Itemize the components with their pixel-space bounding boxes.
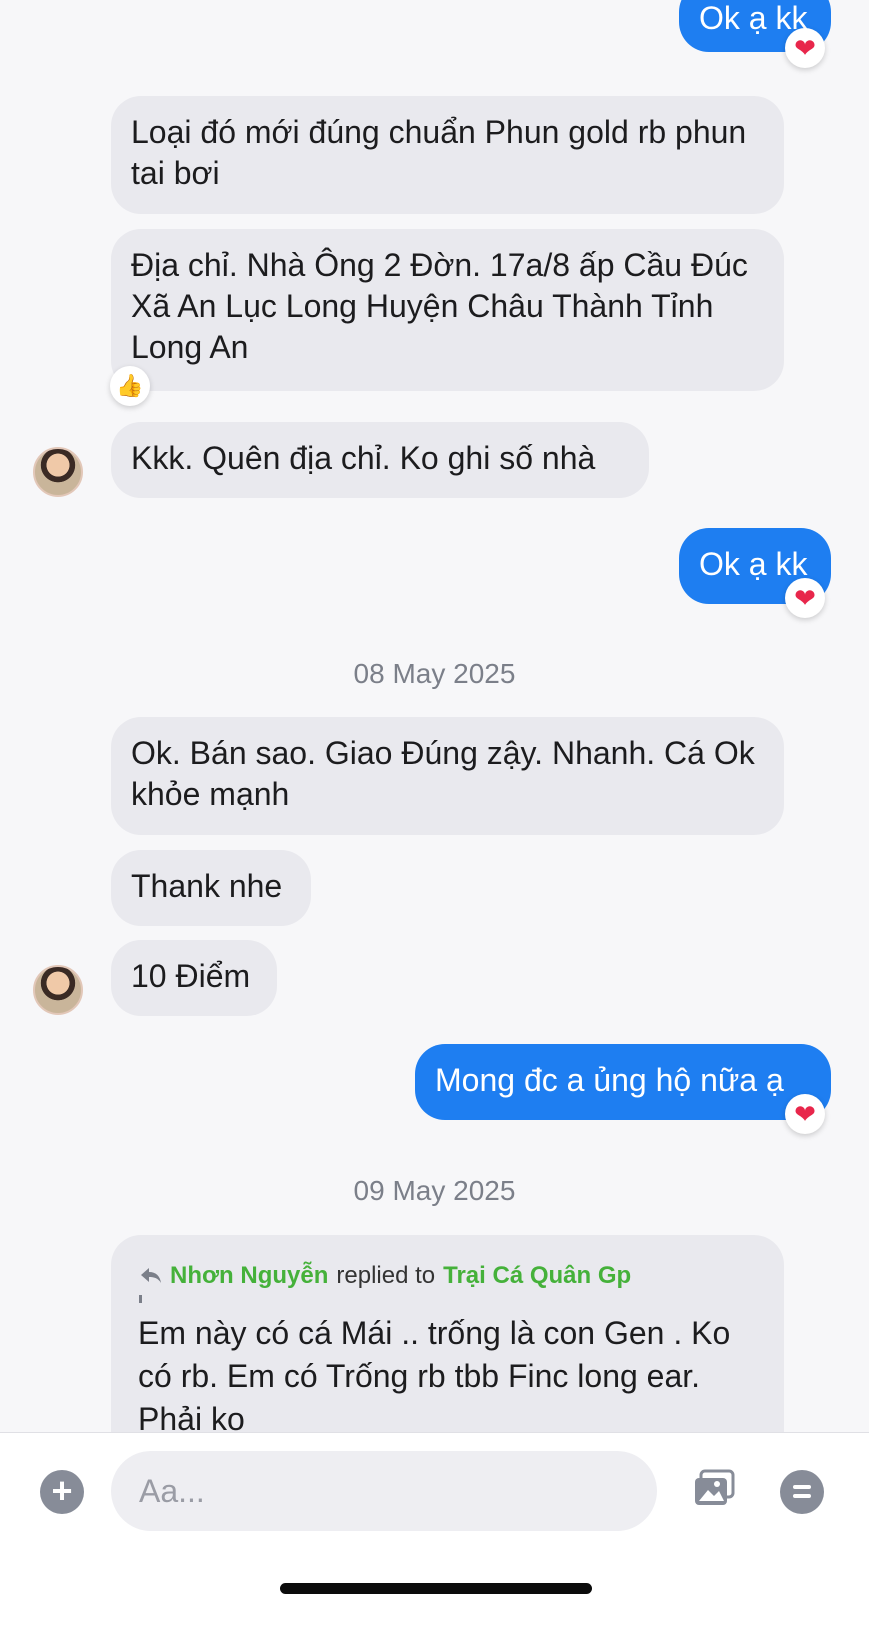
plus-icon[interactable]: + [40, 1470, 84, 1514]
incoming-message[interactable]: Kkk. Quên địa chỉ. Ko ghi số nhà [111, 422, 649, 498]
incoming-message[interactable]: Thank nhe [111, 850, 311, 926]
photo-gallery-icon[interactable] [693, 1469, 735, 1507]
home-indicator [280, 1583, 592, 1594]
date-separator: 09 May 2025 [353, 1175, 516, 1206]
message-text: Kkk. Quên địa chỉ. Ko ghi số nhà [131, 440, 596, 476]
quoted-message-text: Em này có cá Mái .. trống là con Gen . K… [138, 1315, 731, 1437]
sticker-icon[interactable] [780, 1470, 824, 1514]
incoming-message[interactable]: Loại đó mới đúng chuẩn Phun gold rb phun… [111, 96, 784, 214]
incoming-message[interactable]: Ok. Bán sao. Giao Đúng zậy. Nhanh. Cá Ok… [111, 717, 784, 835]
heart-reaction-icon[interactable]: ❤ [785, 578, 825, 618]
reply-sender-name[interactable]: Nhơn Nguyễn [170, 1262, 328, 1290]
date-separator: 08 May 2025 [353, 658, 516, 689]
sender-avatar[interactable] [33, 447, 83, 497]
message-text: Địa chỉ. Nhà Ông 2 Đờn. 17a/8 ấp Cầu Đúc… [131, 247, 748, 365]
message-composer: + Aa... [0, 1432, 869, 1626]
reply-header: Nhơn Nguyễn replied to Trại Cá Quân Gp [140, 1262, 631, 1290]
message-text: Mong đc a ủng hộ nữa ạ [435, 1062, 784, 1098]
incoming-message[interactable]: 10 Điểm [111, 940, 277, 1016]
outgoing-message[interactable]: Mong đc a ủng hộ nữa ạ [415, 1044, 831, 1120]
reply-arrow-icon [141, 1268, 161, 1283]
sender-avatar[interactable] [33, 965, 83, 1015]
message-text: 10 Điểm [131, 958, 251, 994]
reply-connector-text: replied to [336, 1262, 436, 1289]
reply-quote-bar [139, 1295, 142, 1303]
incoming-message[interactable]: Địa chỉ. Nhà Ông 2 Đờn. 17a/8 ấp Cầu Đúc… [111, 229, 784, 391]
heart-reaction-icon[interactable]: ❤ [785, 28, 825, 68]
reply-target-name[interactable]: Trại Cá Quân Gp [443, 1262, 631, 1290]
message-text: Loại đó mới đúng chuẩn Phun gold rb phun… [131, 114, 747, 191]
message-text: Ok. Bán sao. Giao Đúng zậy. Nhanh. Cá Ok… [131, 735, 755, 812]
thumbs-up-reaction-icon[interactable]: 👍 [110, 366, 150, 406]
sticker-lines-icon [793, 1485, 811, 1489]
message-text: Ok ạ kk [699, 546, 808, 582]
heart-reaction-icon[interactable]: ❤ [785, 1094, 825, 1134]
message-text: Ok ạ kk [699, 0, 808, 36]
message-text: Thank nhe [131, 868, 283, 904]
message-input[interactable]: Aa... [111, 1451, 657, 1531]
